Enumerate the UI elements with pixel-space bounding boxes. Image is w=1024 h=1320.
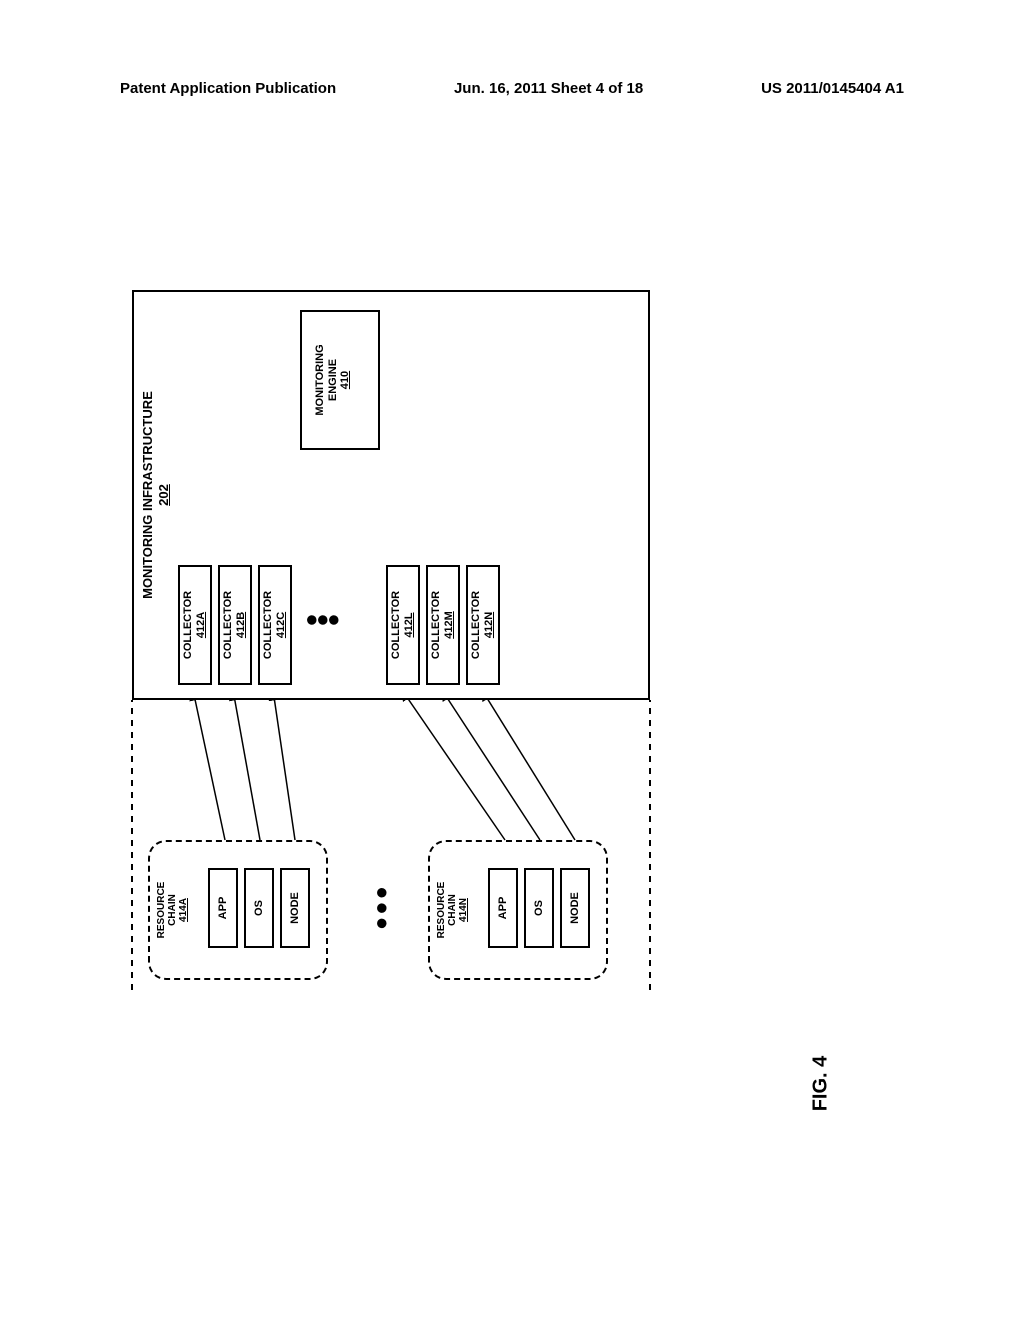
patent-header: Patent Application Publication Jun. 16, …: [0, 80, 1024, 97]
infra-title: MONITORING INFRASTRUCTURE: [140, 292, 156, 698]
chain-ellipsis-icon: ●●●: [368, 884, 394, 930]
chain-a-os: OS: [244, 868, 274, 948]
collector-b: COLLECTOR 412B: [218, 565, 252, 685]
figure-label: FIG. 4: [810, 1056, 833, 1112]
collector-m: COLLECTOR 412M: [426, 565, 460, 685]
chain-n-node: NODE: [560, 868, 590, 948]
chain-a-app: APP: [208, 868, 238, 948]
monitoring-engine-box: MONITORING ENGINE 410: [300, 310, 380, 450]
diagram-area: MONITORING INFRASTRUCTURE 202 COLLECTOR …: [120, 280, 680, 1000]
chain-a-node: NODE: [280, 868, 310, 948]
collector-l: COLLECTOR 412L: [386, 565, 420, 685]
header-left: Patent Application Publication: [120, 80, 336, 97]
header-right: US 2011/0145404 A1: [761, 80, 904, 97]
chain-n-os: OS: [524, 868, 554, 948]
chain-n-app: APP: [488, 868, 518, 948]
collector-c: COLLECTOR 412C: [258, 565, 292, 685]
resource-chain-n: RESOURCE CHAIN 414N APP OS NODE: [428, 840, 608, 980]
infra-ref: 202: [156, 292, 171, 698]
collector-a: COLLECTOR 412A: [178, 565, 212, 685]
collector-ellipsis-icon: ●●●: [305, 610, 338, 630]
header-center: Jun. 16, 2011 Sheet 4 of 18: [454, 80, 643, 97]
collector-n: COLLECTOR 412N: [466, 565, 500, 685]
diagram: MONITORING INFRASTRUCTURE 202 COLLECTOR …: [120, 280, 680, 1000]
resource-chain-a: RESOURCE CHAIN 414A APP OS NODE: [148, 840, 328, 980]
